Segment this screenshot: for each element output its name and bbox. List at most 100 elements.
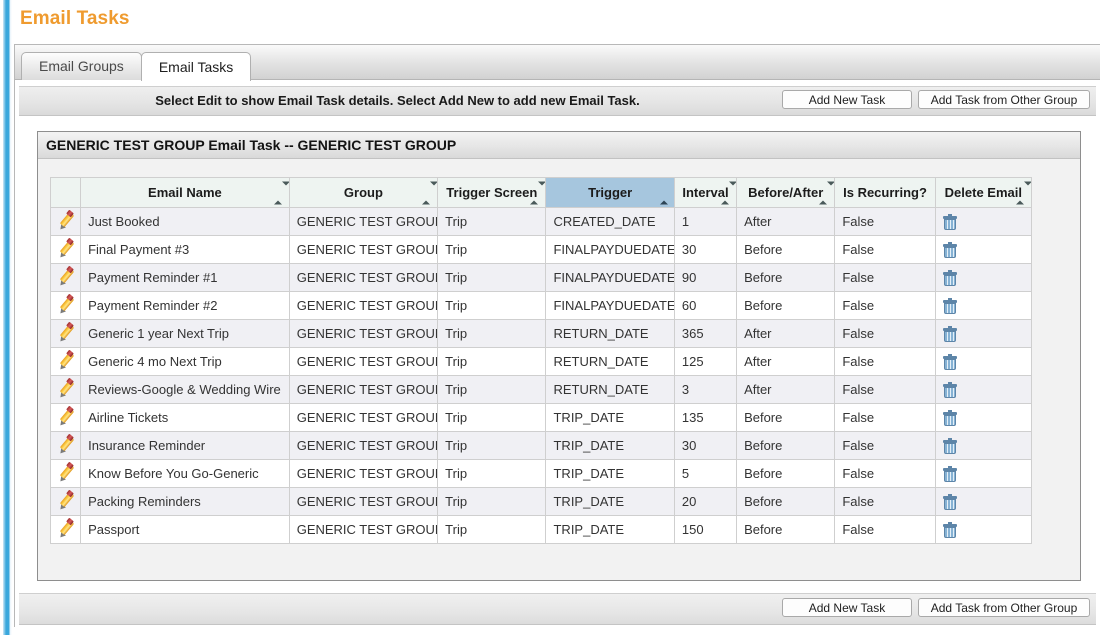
trigger-screen-cell: Trip <box>437 515 547 544</box>
pencil-icon[interactable] <box>58 489 75 512</box>
column-header-trigger-screen-label: Trigger Screen <box>446 185 538 200</box>
trash-icon[interactable] <box>942 297 957 314</box>
pencil-icon[interactable] <box>58 349 75 372</box>
sort-indicator-group <box>422 181 437 204</box>
trash-icon[interactable] <box>942 521 957 538</box>
add-task-other-group-button-top[interactable]: Add Task from Other Group <box>918 90 1090 109</box>
email-name-cell: Final Payment #3 <box>80 235 290 264</box>
trigger-screen-cell: Trip <box>437 431 547 460</box>
email-name-cell: Payment Reminder #1 <box>80 263 290 292</box>
pencil-icon[interactable] <box>58 265 75 288</box>
instruction-bar: Select Edit to show Email Task details. … <box>19 86 1096 116</box>
trash-icon[interactable] <box>942 241 957 258</box>
pencil-icon[interactable] <box>58 461 75 484</box>
delete-cell <box>934 291 1033 320</box>
edit-cell <box>49 515 82 544</box>
table-body: Just Booked GENERIC TEST GROUP Trip CREATED… <box>49 207 1033 544</box>
trigger-screen-cell: Trip <box>437 375 547 404</box>
trash-icon[interactable] <box>942 381 957 398</box>
group-cell: GENERIC TEST GROUP <box>288 291 439 320</box>
column-header-email-name[interactable]: Email Name <box>80 177 290 208</box>
sort-indicator-delete-email <box>1016 181 1031 204</box>
column-header-delete-email[interactable]: Delete Email <box>934 177 1033 208</box>
interval-cell: 60 <box>673 291 738 320</box>
pencil-icon[interactable] <box>58 209 75 232</box>
tab-email-tasks[interactable]: Email Tasks <box>140 52 252 81</box>
trigger-screen-cell: Trip <box>437 319 547 348</box>
table-head: Email Name Group Trigger Screen Trigger … <box>49 177 1033 208</box>
sort-indicator-before-after <box>819 181 834 204</box>
group-cell: GENERIC TEST GROUP <box>288 207 439 236</box>
table-row: Airline Tickets GENERIC TEST GROUP Trip TRI… <box>49 403 1033 432</box>
edit-cell <box>49 263 82 292</box>
pencil-icon[interactable] <box>58 517 75 540</box>
trash-icon[interactable] <box>942 493 957 510</box>
pencil-icon[interactable] <box>58 293 75 316</box>
before-after-cell: Before <box>736 291 836 320</box>
trigger-cell: FINALPAYDUEDATE <box>545 263 675 292</box>
column-header-trigger[interactable]: Trigger <box>545 177 675 208</box>
email-name-cell: Airline Tickets <box>80 403 290 432</box>
pencil-icon[interactable] <box>58 433 75 456</box>
before-after-cell: After <box>736 375 836 404</box>
edit-cell <box>49 487 82 516</box>
trigger-screen-cell: Trip <box>437 207 547 236</box>
is-recurring-cell: False <box>834 515 936 544</box>
interval-cell: 365 <box>673 319 738 348</box>
column-header-trigger-screen[interactable]: Trigger Screen <box>437 177 547 208</box>
column-header-group[interactable]: Group <box>288 177 439 208</box>
before-after-cell: Before <box>736 403 836 432</box>
is-recurring-cell: False <box>834 347 936 376</box>
table-row: Just Booked GENERIC TEST GROUP Trip CREATED… <box>49 207 1033 236</box>
column-header-interval[interactable]: Interval <box>673 177 738 208</box>
trigger-cell: TRIP_DATE <box>545 431 675 460</box>
interval-cell: 125 <box>673 347 738 376</box>
pencil-icon[interactable] <box>58 405 75 428</box>
trash-icon[interactable] <box>942 353 957 370</box>
trigger-screen-cell: Trip <box>437 235 547 264</box>
group-cell: GENERIC TEST GROUP <box>288 431 439 460</box>
add-new-task-button-top[interactable]: Add New Task <box>782 90 912 109</box>
tab-email-groups[interactable]: Email Groups <box>21 52 142 80</box>
delete-cell <box>934 319 1033 348</box>
tab-email-groups-label: Email Groups <box>39 58 124 74</box>
before-after-cell: Before <box>736 487 836 516</box>
add-task-other-group-button-bottom[interactable]: Add Task from Other Group <box>918 598 1090 617</box>
email-task-group-box: GENERIC TEST GROUP Email Task -- GENERIC… <box>37 131 1081 581</box>
pencil-icon[interactable] <box>58 237 75 260</box>
delete-cell <box>934 347 1033 376</box>
table-row: Know Before You Go-Generic GENERIC TEST G… <box>49 459 1033 488</box>
edit-cell <box>49 291 82 320</box>
table-row: Packing Reminders GENERIC TEST GROUP Trip T… <box>49 487 1033 516</box>
trash-icon[interactable] <box>942 465 957 482</box>
edit-cell <box>49 403 82 432</box>
sort-indicator-email-name <box>273 181 289 204</box>
column-header-edit <box>49 177 82 208</box>
add-new-task-button-bottom[interactable]: Add New Task <box>782 598 912 617</box>
page-title: Email Tasks <box>20 8 130 29</box>
trash-icon[interactable] <box>942 437 957 454</box>
group-cell: GENERIC TEST GROUP <box>288 263 439 292</box>
email-tasks-table: Email Name Group Trigger Screen Trigger … <box>49 177 1033 544</box>
trigger-cell: FINALPAYDUEDATE <box>545 235 675 264</box>
email-name-cell: Just Booked <box>80 207 290 236</box>
pencil-icon[interactable] <box>58 377 75 400</box>
group-cell: GENERIC TEST GROUP <box>288 235 439 264</box>
trash-icon[interactable] <box>942 409 957 426</box>
trash-icon[interactable] <box>942 213 957 230</box>
trash-icon[interactable] <box>942 325 957 342</box>
trash-icon[interactable] <box>942 269 957 286</box>
trigger-screen-cell: Trip <box>437 291 547 320</box>
trigger-screen-cell: Trip <box>437 487 547 516</box>
pencil-icon[interactable] <box>58 321 75 344</box>
tab-email-tasks-label: Email Tasks <box>158 59 234 75</box>
group-cell: GENERIC TEST GROUP <box>288 319 439 348</box>
trigger-cell: RETURN_DATE <box>545 375 675 404</box>
before-after-cell: Before <box>736 459 836 488</box>
column-header-before-after[interactable]: Before/After <box>736 177 836 208</box>
interval-cell: 30 <box>673 431 738 460</box>
trigger-screen-cell: Trip <box>437 459 547 488</box>
email-name-cell: Generic 1 year Next Trip <box>80 319 290 348</box>
trigger-cell: TRIP_DATE <box>545 403 675 432</box>
edit-cell <box>49 459 82 488</box>
